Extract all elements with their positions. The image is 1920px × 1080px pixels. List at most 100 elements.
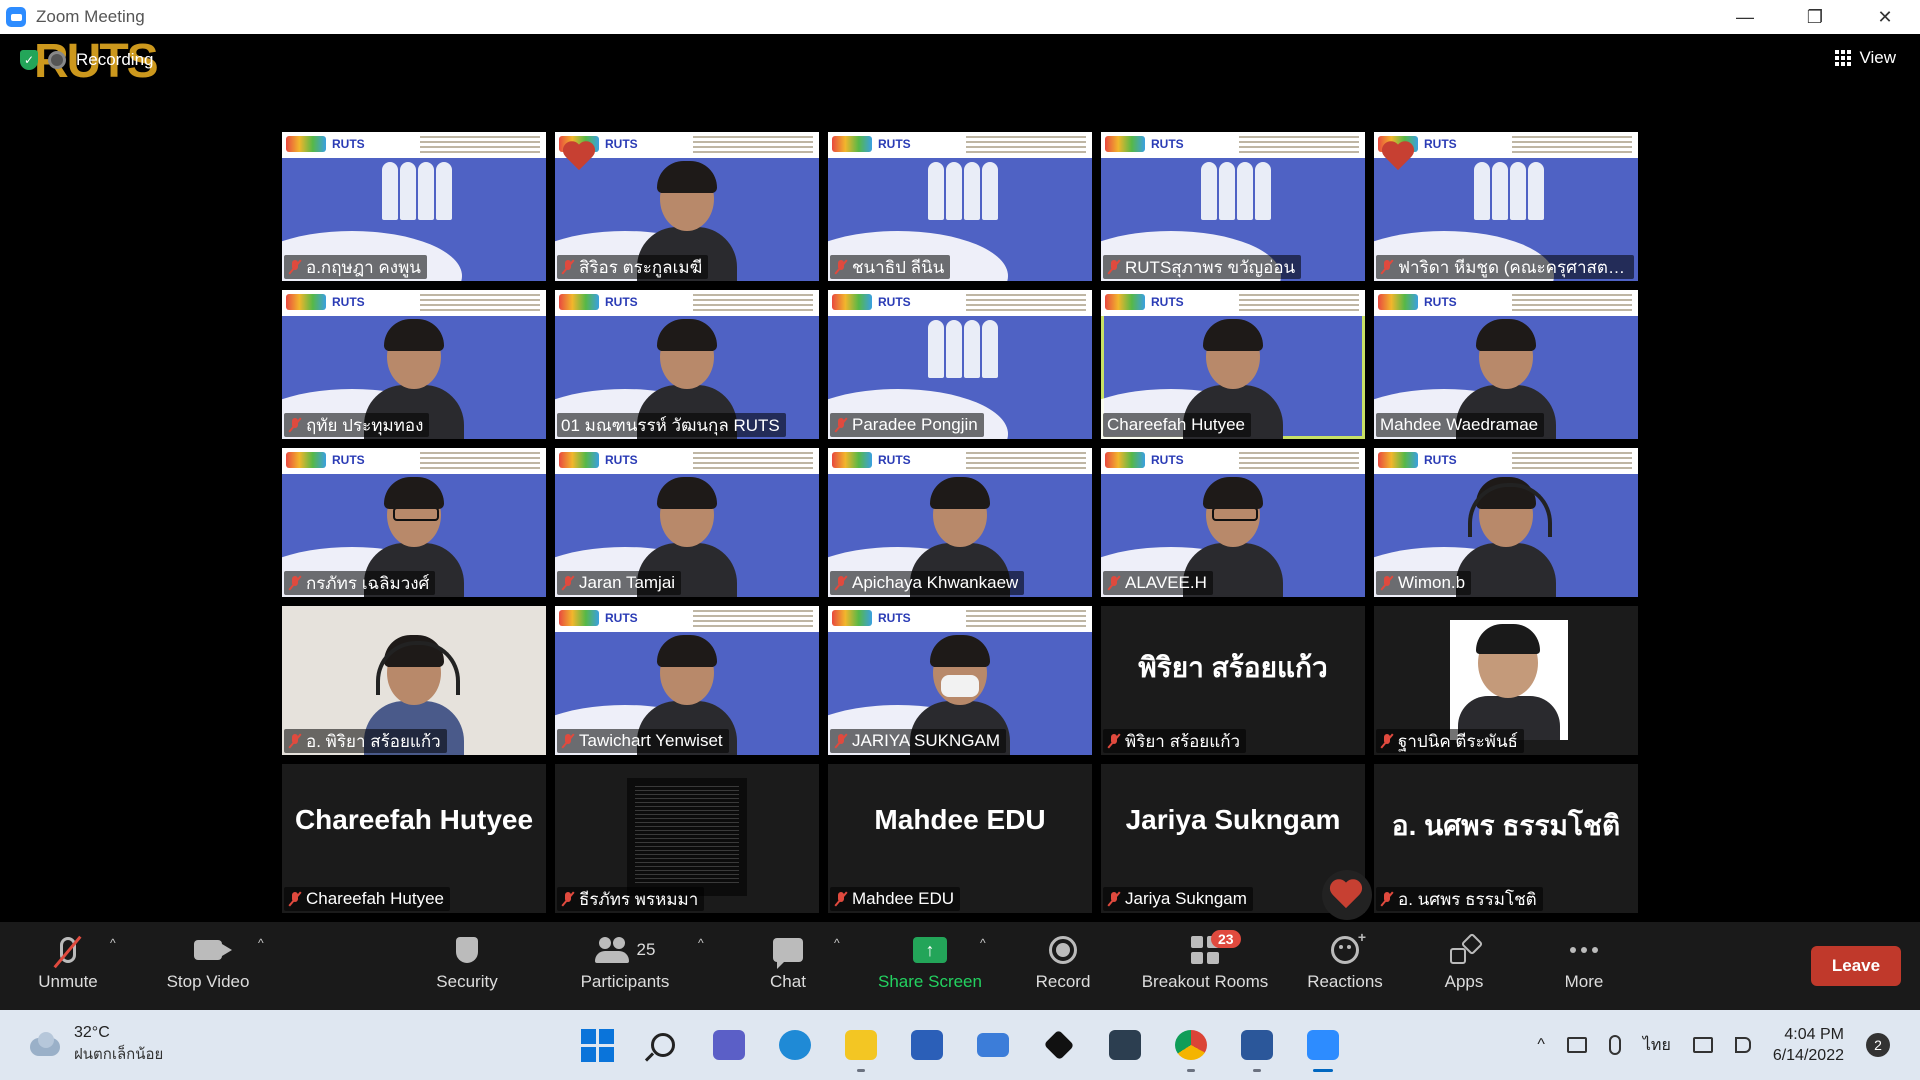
notification-badge[interactable]: 2 xyxy=(1866,1033,1890,1057)
participant-tile[interactable]: RUTS อ.กฤษฎา คงพูน xyxy=(282,132,546,281)
participant-name-bar: 01 มณฑนรรห์ วัฒนกุล RUTS xyxy=(557,413,786,437)
close-button[interactable]: ✕ xyxy=(1850,0,1920,34)
participant-tile[interactable]: RUTS Wimon.b xyxy=(1374,448,1638,597)
audio-options-caret[interactable]: ^ xyxy=(110,936,116,950)
encryption-shield-icon[interactable]: ✓ xyxy=(20,50,38,70)
participant-name: JARIYA SUKNGAM xyxy=(852,731,1000,750)
participants-button[interactable]: 25 Participants xyxy=(570,928,680,1008)
minimize-button[interactable]: — xyxy=(1710,0,1780,34)
breakout-rooms-badge: 23 xyxy=(1211,930,1241,948)
participant-tile[interactable]: RUTS Jaran Tamjai xyxy=(555,448,819,597)
participant-tile[interactable]: Chareefah Hutyee Chareefah Hutyee xyxy=(282,764,546,913)
participant-tile[interactable]: RUTS ชนาธิป ลีนิน xyxy=(828,132,1092,281)
network-icon[interactable] xyxy=(1692,1037,1713,1053)
input-language[interactable]: ไทย xyxy=(1643,1033,1671,1058)
participant-tile[interactable]: ฐาปนิค ตีระพันธ์ xyxy=(1374,606,1638,755)
view-label: View xyxy=(1859,48,1896,67)
participant-name: Mahdee Waedramae xyxy=(1380,415,1539,434)
chat-button[interactable]: Chat xyxy=(748,928,828,1008)
weather-widget[interactable]: 32°C ฝนตกเล็กน้อย xyxy=(26,1024,163,1066)
participant-name: Apichaya Khwankaew xyxy=(852,573,1019,592)
video-options-caret[interactable]: ^ xyxy=(258,936,264,950)
participant-tile[interactable]: RUTS ALAVEE.H xyxy=(1101,448,1365,597)
participant-tile[interactable]: อ. นศพร ธรรมโชติ อ. นศพร ธรรมโชติ xyxy=(1374,764,1638,913)
dropbox-icon xyxy=(1043,1029,1075,1061)
participant-tile[interactable]: RUTS Chareefah Hutyee xyxy=(1101,290,1365,439)
participant-tile[interactable]: RUTS Mahdee Waedramae xyxy=(1374,290,1638,439)
participant-tile[interactable]: อ. พิริยา สร้อยแก้ว xyxy=(282,606,546,755)
participant-tile[interactable]: Mahdee EDU Mahdee EDU xyxy=(828,764,1092,913)
more-button[interactable]: More xyxy=(1544,928,1624,1008)
muted-mic-icon xyxy=(1107,733,1121,749)
apps-button[interactable]: Apps xyxy=(1424,928,1504,1008)
file-explorer-button[interactable] xyxy=(840,1024,882,1072)
participant-tile[interactable]: RUTS กรภัทร เฉลิมวงศ์ xyxy=(282,448,546,597)
virtual-background-header: RUTS xyxy=(1374,448,1638,474)
participant-tile[interactable]: RUTS ฤทัย ประทุมทอง xyxy=(282,290,546,439)
unmute-button[interactable]: Unmute xyxy=(28,928,108,1008)
participant-name-bar: Apichaya Khwankaew xyxy=(830,571,1025,595)
start-button[interactable] xyxy=(576,1024,618,1066)
participant-name-bar: อ. พิริยา สร้อยแก้ว xyxy=(284,729,447,753)
record-button[interactable]: Record xyxy=(1023,928,1103,1008)
participant-name: Tawichart Yenwiset xyxy=(579,731,723,750)
app-s-button[interactable] xyxy=(1104,1024,1146,1066)
virtual-background-header: RUTS xyxy=(1374,290,1638,316)
participant-display-name: Chareefah Hutyee xyxy=(294,804,534,835)
tray-expand-caret[interactable]: ^ xyxy=(1537,1036,1545,1054)
leave-button[interactable]: Leave xyxy=(1811,946,1901,986)
participant-tile[interactable]: RUTS RUTSสุภาพร ขวัญอ่อน xyxy=(1101,132,1365,281)
participants-options-caret[interactable]: ^ xyxy=(698,936,704,950)
participant-tile[interactable]: RUTS 01 มณฑนรรห์ วัฒนกุล RUTS xyxy=(555,290,819,439)
participant-tile[interactable]: RUTS ฟาริดา หีมชูด (คณะครุศาสตร์... xyxy=(1374,132,1638,281)
recording-indicator[interactable]: ✓ Recording xyxy=(20,50,154,70)
zoom-app: Zoom Meeting — ❐ ✕ RUTS ✓ Recording View… xyxy=(0,0,1920,1080)
breakout-rooms-button[interactable]: 23 Breakout Rooms xyxy=(1132,928,1278,1008)
participant-tile[interactable]: พิริยา สร้อยแก้ว พิริยา สร้อยแก้ว xyxy=(1101,606,1365,755)
participant-name-bar: สิริอร ตระกูลเมฆี xyxy=(557,255,709,279)
restore-button[interactable]: ❐ xyxy=(1780,0,1850,34)
stop-video-label: Stop Video xyxy=(166,972,250,991)
muted-mic-icon xyxy=(1380,259,1394,275)
store-button[interactable] xyxy=(906,1024,948,1066)
share-screen-button[interactable]: ↑ Share Screen xyxy=(870,928,990,1008)
muted-mic-icon xyxy=(834,417,848,433)
participant-tile[interactable]: RUTS Apichaya Khwankaew xyxy=(828,448,1092,597)
participant-tile[interactable]: RUTS Paradee Pongjin xyxy=(828,290,1092,439)
clock[interactable]: 4:04 PM 6/14/2022 xyxy=(1773,1024,1844,1066)
background-people-figures xyxy=(1474,150,1544,220)
keyboard-icon[interactable] xyxy=(1566,1037,1587,1053)
participants-icon xyxy=(594,937,629,963)
edge-button[interactable] xyxy=(774,1024,816,1066)
dropbox-button[interactable] xyxy=(1038,1024,1080,1066)
reactions-button[interactable]: Reactions xyxy=(1300,928,1390,1008)
participant-name: ฟาริดา หีมชูด (คณะครุศาสตร์... xyxy=(1398,257,1628,277)
participant-display-name: อ. นศพร ธรรมโชติ xyxy=(1391,810,1621,841)
zoom-taskbar-button[interactable] xyxy=(1302,1024,1344,1072)
chrome-button[interactable] xyxy=(1170,1024,1212,1072)
teams-chat-button[interactable] xyxy=(708,1024,750,1066)
mail-button[interactable] xyxy=(972,1024,1014,1066)
participant-tile[interactable]: ธีรภัทร พรหมมา xyxy=(555,764,819,913)
view-button[interactable]: View xyxy=(1835,48,1896,68)
search-icon xyxy=(651,1033,675,1057)
speaker-icon[interactable] xyxy=(1734,1037,1751,1053)
muted-microphone-icon xyxy=(60,937,76,963)
participant-tile[interactable]: RUTS สิริอร ตระกูลเมฆี xyxy=(555,132,819,281)
participant-name: Wimon.b xyxy=(1398,573,1466,592)
chat-label: Chat xyxy=(770,972,806,991)
participant-tile[interactable]: RUTS JARIYA SUKNGAM xyxy=(828,606,1092,755)
muted-mic-icon xyxy=(288,891,302,907)
participant-name: กรภัทร เฉลิมวงศ์ xyxy=(306,573,430,593)
muted-mic-icon xyxy=(834,891,848,907)
stop-video-button[interactable]: Stop Video xyxy=(158,928,258,1008)
system-tray: ^ ไทย 4:04 PM 6/14/2022 2 xyxy=(1537,1024,1890,1066)
share-options-caret[interactable]: ^ xyxy=(980,936,986,950)
word-button[interactable] xyxy=(1236,1024,1278,1072)
search-button[interactable] xyxy=(642,1024,684,1066)
participant-tile[interactable]: RUTS Tawichart Yenwiset xyxy=(555,606,819,755)
chat-options-caret[interactable]: ^ xyxy=(834,936,840,950)
microphone-tray-icon[interactable] xyxy=(1608,1035,1621,1055)
background-people-figures xyxy=(928,308,998,378)
security-button[interactable]: Security xyxy=(422,928,512,1008)
